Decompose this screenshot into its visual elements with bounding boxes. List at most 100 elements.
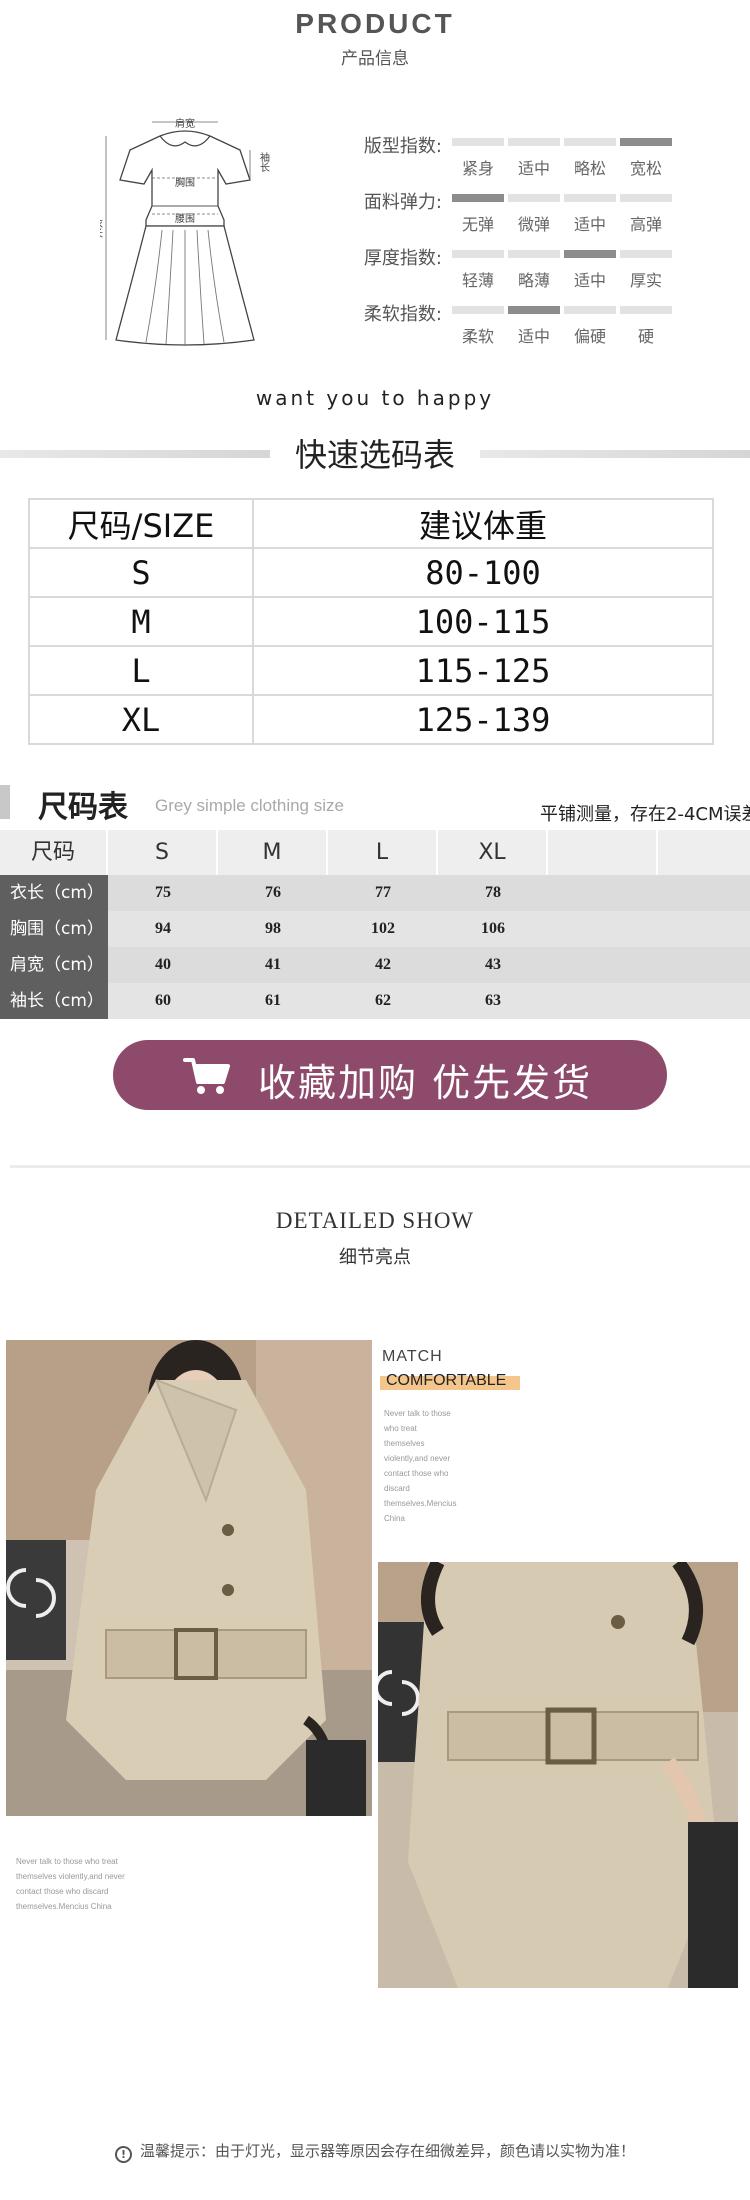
- index-option: 轻薄: [461, 271, 494, 290]
- row-label: 胸围（cm）: [0, 911, 108, 947]
- index-label: 厚度指数:: [363, 248, 442, 269]
- index-option: 偏硬: [573, 327, 606, 346]
- index-option: 硬: [637, 327, 654, 346]
- table-cell: 76: [265, 884, 281, 901]
- size-chart-header: 尺码 S M L XL: [0, 830, 750, 875]
- row-label: 袖长（cm）: [0, 983, 108, 1019]
- index-bar: [620, 194, 672, 202]
- table-header: 尺码: [0, 830, 108, 875]
- table-row: 肩宽（cm） 40 41 42 43: [0, 947, 750, 983]
- index-bar: [452, 194, 504, 202]
- table-header: [548, 830, 658, 875]
- index-option: 微弹: [517, 215, 550, 234]
- table-cell: 41: [265, 956, 281, 973]
- footer-text: 温馨提示：由于灯光，显示器等原因会存在细微差异，颜色请以实物为准！: [139, 2142, 635, 2160]
- cart-icon: [183, 1058, 230, 1094]
- index-bar: [564, 194, 616, 202]
- index-bar: [452, 250, 504, 258]
- table-cell: 100-115: [252, 596, 714, 647]
- diagram-shoulder-label: 肩宽: [175, 118, 195, 130]
- diagram-chest-label: 胸围: [175, 176, 195, 189]
- quick-size-table: 尺码/SIZE 建议体重 S 80-100 M 100-115 L 115-12…: [28, 498, 714, 745]
- index-label: 柔软指数:: [363, 304, 442, 325]
- index-option: 适中: [517, 327, 550, 346]
- diagram-waist-label: 腰围: [175, 213, 195, 225]
- table-cell: 62: [375, 992, 391, 1009]
- table-cell: 40: [155, 956, 171, 973]
- size-chart-title: 尺码表: [38, 790, 128, 825]
- index-bar: [452, 138, 504, 146]
- favorite-cart-banner[interactable]: 收藏加购 优先发货: [113, 1040, 667, 1110]
- index-option: 无弹: [461, 215, 494, 234]
- section-divider: [10, 1165, 750, 1168]
- tagline: want you to happy: [255, 386, 495, 410]
- table-header: S: [108, 830, 218, 875]
- table-cell: 60: [155, 992, 171, 1009]
- table-cell: 42: [375, 956, 391, 973]
- quote-text-right: Never talk to those who treat themselves…: [384, 1409, 457, 1523]
- table-header: L: [328, 830, 438, 875]
- table-cell: 106: [481, 920, 505, 937]
- quote-text-left: Never talk to those who treat themselves…: [16, 1857, 125, 1911]
- comfortable-label: COMFORTABLE: [386, 1372, 507, 1389]
- table-cell: 102: [371, 920, 395, 937]
- section-marker: [0, 785, 10, 819]
- table-cell: 80-100: [252, 547, 714, 598]
- index-option: 适中: [573, 215, 606, 234]
- index-option: 适中: [573, 271, 606, 290]
- table-header: 尺码/SIZE: [28, 498, 254, 549]
- page-subtitle: 产品信息: [341, 49, 409, 69]
- table-cell: 115-125: [252, 645, 714, 696]
- table-row: 胸围（cm） 94 98 102 106: [0, 911, 750, 947]
- index-bar: [620, 306, 672, 314]
- index-bar: [564, 306, 616, 314]
- index-option: 高弹: [629, 215, 662, 234]
- table-row: M 100-115: [28, 596, 714, 647]
- index-option: 柔软: [461, 327, 494, 346]
- table-header: [658, 830, 750, 875]
- table-cell: 125-139: [252, 694, 714, 745]
- index-bar: [564, 138, 616, 146]
- table-row: 尺码/SIZE 建议体重: [28, 498, 714, 549]
- table-cell: XL: [28, 694, 254, 745]
- table-header: XL: [438, 830, 548, 875]
- index-bar: [564, 250, 616, 258]
- row-label: 衣长（cm）: [0, 875, 108, 911]
- product-photo-front: [6, 1340, 372, 1816]
- diagram-length-label: 衣长: [100, 217, 103, 238]
- index-label: 版型指数:: [363, 136, 442, 157]
- table-row: S 80-100: [28, 547, 714, 598]
- detail-title: DETAILED SHOW: [275, 1208, 475, 1233]
- index-bar: [620, 138, 672, 146]
- table-cell: 78: [485, 884, 501, 901]
- index-option: 适中: [517, 159, 550, 178]
- table-row: L 115-125: [28, 645, 714, 696]
- detail-subtitle: 细节亮点: [339, 1247, 411, 1268]
- table-cell: M: [28, 596, 254, 647]
- table-cell: 94: [155, 920, 171, 937]
- table-cell: 63: [485, 992, 501, 1009]
- table-header: 建议体重: [252, 498, 714, 549]
- index-option: 厚实: [629, 271, 662, 290]
- table-cell: 43: [485, 956, 501, 973]
- index-bar: [620, 250, 672, 258]
- product-photo-detail: [378, 1562, 738, 1988]
- table-row: 袖长（cm） 60 61 62 63: [0, 983, 750, 1019]
- table-cell: 61: [265, 992, 281, 1009]
- table-cell: 75: [155, 884, 171, 901]
- index-option: 宽松: [629, 159, 662, 178]
- table-row: 衣长（cm） 75 76 77 78: [0, 875, 750, 911]
- index-bar: [508, 138, 560, 146]
- diagram-sleeve-label: 袖长: [258, 151, 270, 172]
- table-cell: L: [28, 645, 254, 696]
- index-option: 略薄: [517, 271, 550, 290]
- table-cell: S: [28, 547, 254, 598]
- index-label: 面料弹力:: [363, 192, 442, 213]
- table-cell: 98: [265, 920, 281, 937]
- page-title: PRODUCT: [295, 8, 455, 39]
- match-label: MATCH: [382, 1348, 443, 1365]
- table-row: XL 125-139: [28, 694, 714, 745]
- dress-diagram: 肩宽 胸围 腰围 袖长 衣长: [100, 118, 270, 346]
- index-bar: [452, 306, 504, 314]
- size-chart-subtitle: Grey simple clothing size: [155, 796, 344, 815]
